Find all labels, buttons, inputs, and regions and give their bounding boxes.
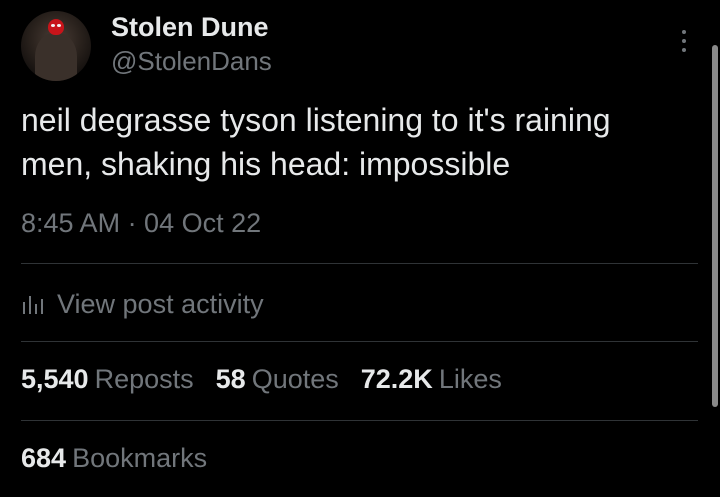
reposts-stat[interactable]: 5,540 Reposts bbox=[21, 364, 194, 395]
more-dot-icon bbox=[682, 30, 686, 34]
avatar-mask bbox=[48, 19, 64, 35]
likes-stat[interactable]: 72.2K Likes bbox=[361, 364, 502, 395]
divider bbox=[21, 420, 698, 421]
tweet-detail: Stolen Dune @StolenDans neil degrasse ty… bbox=[0, 0, 720, 497]
quotes-stat[interactable]: 58 Quotes bbox=[216, 364, 339, 395]
bar-chart-icon bbox=[23, 296, 43, 314]
divider bbox=[21, 341, 698, 342]
tweet-timestamp[interactable]: 8:45 AM · 04 Oct 22 bbox=[21, 208, 261, 239]
bookmarks-label: Bookmarks bbox=[72, 443, 208, 473]
reposts-label: Reposts bbox=[94, 364, 194, 394]
author-display-name[interactable]: Stolen Dune bbox=[111, 12, 269, 43]
engagement-stats: 5,540 Reposts 58 Quotes 72.2K Likes bbox=[21, 364, 524, 395]
likes-label: Likes bbox=[438, 364, 502, 394]
more-dot-icon bbox=[682, 39, 686, 43]
view-post-activity-label: View post activity bbox=[57, 288, 264, 319]
author-handle[interactable]: @StolenDans bbox=[111, 46, 272, 77]
reposts-count: 5,540 bbox=[21, 364, 89, 394]
bookmarks-count: 684 bbox=[21, 443, 67, 473]
likes-count: 72.2K bbox=[360, 364, 433, 394]
divider bbox=[21, 263, 698, 264]
view-post-activity-link[interactable]: View post activity bbox=[21, 286, 264, 322]
author-avatar[interactable] bbox=[21, 11, 91, 81]
avatar-figure bbox=[35, 33, 77, 81]
more-options-button[interactable] bbox=[676, 26, 692, 56]
scrollbar[interactable] bbox=[712, 45, 718, 407]
bookmarks-stat[interactable]: 684 Bookmarks bbox=[21, 443, 207, 474]
tweet-text: neil degrasse tyson listening to it's ra… bbox=[21, 102, 611, 182]
more-dot-icon bbox=[682, 48, 686, 52]
quotes-label: Quotes bbox=[251, 364, 339, 394]
quotes-count: 58 bbox=[215, 364, 246, 394]
